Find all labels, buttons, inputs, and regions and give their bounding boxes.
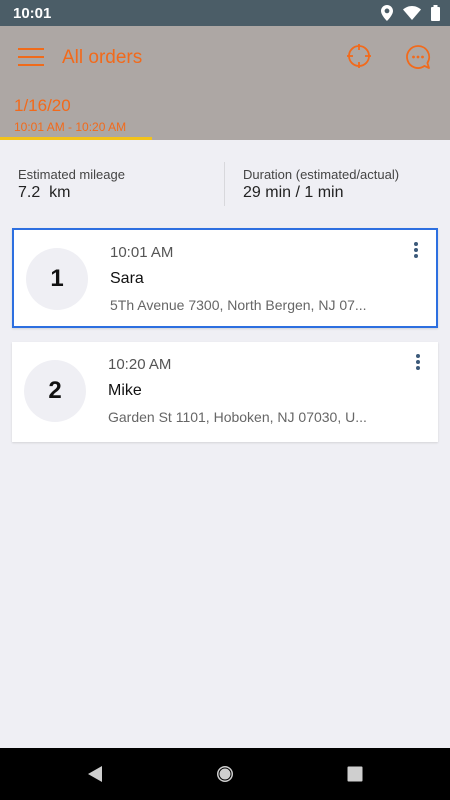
tab-date-range: 10:01 AM - 10:20 AM xyxy=(14,120,127,134)
back-triangle-icon[interactable] xyxy=(85,764,105,784)
battery-icon xyxy=(431,5,440,21)
mileage-value: 7.2 km xyxy=(18,184,71,201)
home-circle-icon[interactable] xyxy=(215,764,235,784)
duration-label: Duration (estimated/actual) xyxy=(243,167,400,182)
chat-bubble-icon[interactable] xyxy=(405,44,431,70)
order-number-badge: 2 xyxy=(24,360,86,422)
page-title: All orders xyxy=(62,47,143,68)
recents-square-icon[interactable] xyxy=(345,764,365,784)
order-address: 5Th Avenue 7300, North Bergen, NJ 07... xyxy=(110,297,367,313)
status-time: 10:01 xyxy=(13,5,52,22)
order-time: 10:20 AM xyxy=(108,356,172,373)
crosshair-icon[interactable] xyxy=(347,44,371,68)
status-bar: 10:01 xyxy=(0,0,450,26)
mileage-label: Estimated mileage xyxy=(18,167,125,182)
order-card[interactable]: 1 10:01 AM Sara 5Th Avenue 7300, North B… xyxy=(12,228,438,328)
tab-date[interactable]: 1/16/20 10:01 AM - 10:20 AM xyxy=(0,94,152,140)
duration-value: 29 min / 1 min xyxy=(243,184,344,201)
more-options-icon[interactable] xyxy=(408,354,428,374)
status-icons xyxy=(381,5,440,21)
stats-divider xyxy=(224,162,225,206)
order-time: 10:01 AM xyxy=(110,244,174,261)
order-address: Garden St 1101, Hoboken, NJ 07030, U... xyxy=(108,409,367,425)
order-customer-name: Mike xyxy=(108,382,142,399)
hamburger-menu-icon[interactable] xyxy=(18,43,44,71)
wifi-icon xyxy=(403,6,421,20)
tab-date-label: 1/16/20 xyxy=(14,96,71,115)
order-card[interactable]: 2 10:20 AM Mike Garden St 1101, Hoboken,… xyxy=(12,342,438,442)
route-stats: Estimated mileage 7.2 km Duration (estim… xyxy=(0,140,450,220)
location-icon xyxy=(381,5,393,21)
more-options-icon[interactable] xyxy=(406,242,426,262)
order-number-badge: 1 xyxy=(26,248,88,310)
system-nav-bar xyxy=(0,748,450,800)
order-customer-name: Sara xyxy=(110,270,144,287)
app-bar: All orders 1/16/20 10:01 AM - 10:20 AM xyxy=(0,26,450,140)
